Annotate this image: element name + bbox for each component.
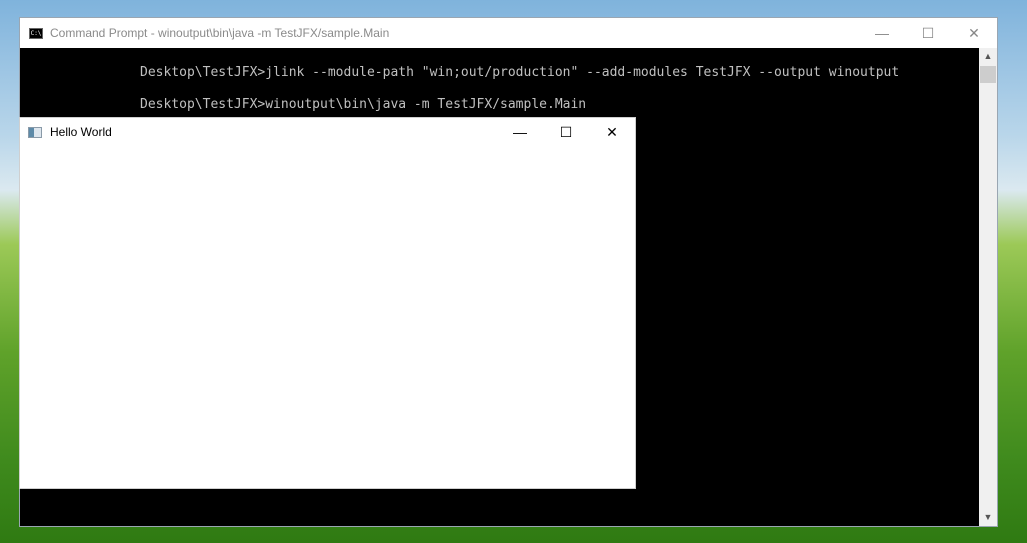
cmd-app-icon: C:\ — [29, 27, 43, 39]
console-line: Desktop\TestJFX>winoutput\bin\java -m Te… — [140, 97, 587, 112]
scroll-up-icon[interactable]: ▲ — [979, 48, 997, 65]
hello-title: Hello World — [50, 125, 112, 139]
cmd-title: Command Prompt - winoutput\bin\java -m T… — [50, 26, 390, 40]
hello-title-bar[interactable]: Hello World — ☐ ✕ — [20, 118, 635, 146]
console-line: Desktop\TestJFX>jlink --module-path "win… — [140, 65, 900, 80]
scroll-thumb[interactable] — [980, 66, 996, 83]
maximize-button[interactable]: ☐ — [543, 118, 589, 146]
vertical-scrollbar[interactable]: ▲ ▼ — [979, 48, 997, 526]
hello-world-window[interactable]: Hello World — ☐ ✕ — [19, 117, 636, 489]
minimize-button[interactable]: — — [859, 18, 905, 48]
java-app-icon — [28, 126, 42, 138]
cmd-title-bar[interactable]: C:\ Command Prompt - winoutput\bin\java … — [20, 18, 997, 48]
minimize-button[interactable]: — — [497, 118, 543, 146]
close-button[interactable]: ✕ — [589, 118, 635, 146]
maximize-button[interactable]: ☐ — [905, 18, 951, 48]
close-button[interactable]: ✕ — [951, 18, 997, 48]
scroll-down-icon[interactable]: ▼ — [979, 509, 997, 526]
